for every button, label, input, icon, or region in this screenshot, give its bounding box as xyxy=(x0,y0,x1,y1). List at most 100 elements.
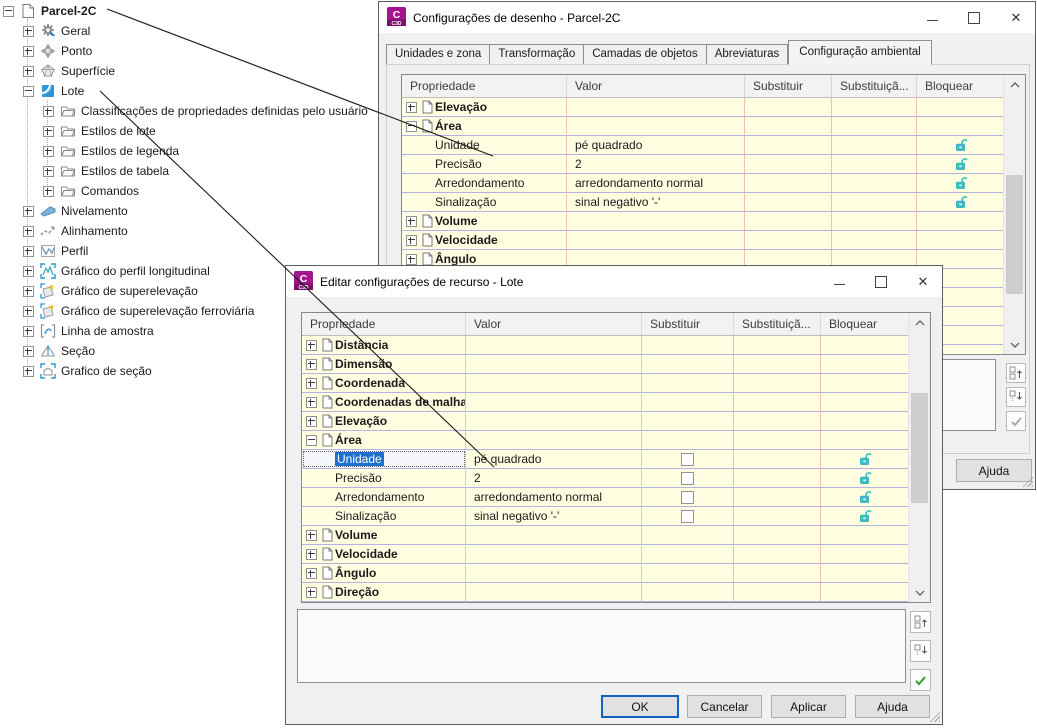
column-header-valor[interactable]: Valor xyxy=(466,313,642,335)
lock-open-icon[interactable] xyxy=(954,138,969,153)
override-checkbox[interactable] xyxy=(681,471,694,485)
row-velocidade[interactable]: Velocidade xyxy=(402,231,1025,250)
close-icon[interactable]: ✕ xyxy=(914,273,932,291)
value-cell[interactable]: 2 xyxy=(567,155,745,173)
row-area[interactable]: Área xyxy=(302,431,930,450)
expand-icon[interactable] xyxy=(23,285,34,297)
expand-icon[interactable] xyxy=(306,529,317,541)
expand-icon[interactable] xyxy=(43,105,54,117)
feature-dialog-titlebar[interactable]: C C3D Editar configurações de recurso - L… xyxy=(286,266,942,297)
tab-configuracao-ambiental[interactable]: Configuração ambiental xyxy=(788,40,932,65)
ok-button[interactable]: OK xyxy=(601,695,679,718)
row-arredondamento[interactable]: Arredondamento arredondamento normal xyxy=(402,174,1025,193)
scroll-down-icon[interactable] xyxy=(1004,336,1025,353)
lock-open-icon[interactable] xyxy=(954,176,969,191)
column-header-valor[interactable]: Valor xyxy=(567,75,745,97)
expand-categories-button[interactable] xyxy=(1006,387,1026,407)
close-icon[interactable]: ✕ xyxy=(1007,9,1025,27)
scroll-up-icon[interactable] xyxy=(909,314,930,331)
expand-icon[interactable] xyxy=(306,377,317,389)
lock-open-icon[interactable] xyxy=(858,509,873,524)
expand-icon[interactable] xyxy=(306,415,317,427)
expand-icon[interactable] xyxy=(23,345,34,357)
column-header-substituir[interactable]: Substituir xyxy=(642,313,734,335)
maximize-button[interactable] xyxy=(965,9,983,27)
expand-icon[interactable] xyxy=(23,205,34,217)
tree-item-ponto[interactable]: Ponto xyxy=(23,41,92,61)
value-cell[interactable]: arredondamento normal xyxy=(466,488,642,506)
tree-item-superficie[interactable]: Superfície xyxy=(23,61,115,81)
vertical-scrollbar[interactable] xyxy=(908,313,930,602)
tree-item-estilos-de-tabela[interactable]: Estilos de tabela xyxy=(43,161,169,181)
expand-icon[interactable] xyxy=(43,145,54,157)
expand-icon[interactable] xyxy=(406,253,417,265)
scroll-down-icon[interactable] xyxy=(909,584,930,601)
collapse-icon[interactable] xyxy=(23,85,34,97)
tree-item-parcel-2c[interactable]: Parcel-2C xyxy=(3,1,96,21)
expand-icon[interactable] xyxy=(306,358,317,370)
column-header-propriedade[interactable]: Propriedade xyxy=(402,75,567,97)
lock-open-icon[interactable] xyxy=(954,195,969,210)
scrollbar-thumb[interactable] xyxy=(1006,175,1023,294)
column-header-propriedade[interactable]: Propriedade xyxy=(302,313,466,335)
value-cell[interactable]: pé quadrado xyxy=(567,136,745,154)
cancelar-button[interactable]: Cancelar xyxy=(687,695,762,718)
tree-item-alinhamento[interactable]: Alinhamento xyxy=(23,221,128,241)
ajuda-button[interactable]: Ajuda xyxy=(855,695,930,718)
collapse-icon[interactable] xyxy=(3,5,14,17)
column-header-bloquear[interactable]: Bloquear xyxy=(821,313,910,335)
expand-icon[interactable] xyxy=(306,567,317,579)
scrollbar-thumb[interactable] xyxy=(911,393,928,503)
help-button[interactable]: Ajuda xyxy=(956,459,1032,482)
tree-item-grafico-de-superelevacao[interactable]: Gráfico de superelevação xyxy=(23,281,198,301)
tree-item-grafico-de-superelevacao-ferroviaria[interactable]: Gráfico de superelevação ferroviária xyxy=(23,301,254,321)
tree-item-perfil[interactable]: Perfil xyxy=(23,241,88,261)
expand-icon[interactable] xyxy=(406,215,417,227)
expand-icon[interactable] xyxy=(306,586,317,598)
expand-icon[interactable] xyxy=(306,548,317,560)
aplicar-button[interactable]: Aplicar xyxy=(771,695,846,718)
tree-item-lote[interactable]: Lote xyxy=(23,81,84,101)
row-volume[interactable]: Volume xyxy=(402,212,1025,231)
row-distancia[interactable]: Distância xyxy=(302,336,930,355)
tree-item-linha-de-amostra[interactable]: Linha de amostra xyxy=(23,321,154,341)
row-sinalizacao[interactable]: Sinalização sinal negativo '-' xyxy=(302,507,930,526)
override-checkbox[interactable] xyxy=(681,452,694,466)
row-unidade[interactable]: Unidade pé quadrado xyxy=(302,450,930,469)
tree-item-nivelamento[interactable]: Nivelamento xyxy=(23,201,128,221)
tab-unidades-e-zona[interactable]: Unidades e zona xyxy=(386,44,491,65)
tree-item-comandos[interactable]: Comandos xyxy=(43,181,139,201)
overrides-toggle-button[interactable] xyxy=(1006,411,1026,431)
drawing-dialog-titlebar[interactable]: C C3D Configurações de desenho - Parcel-2… xyxy=(379,2,1035,33)
tree-item-secao[interactable]: Seção xyxy=(23,341,95,361)
expand-icon[interactable] xyxy=(23,365,34,377)
row-unidade[interactable]: Unidade pé quadrado xyxy=(402,136,1025,155)
collapse-categories-button[interactable] xyxy=(910,611,931,633)
row-arredondamento[interactable]: Arredondamento arredondamento normal xyxy=(302,488,930,507)
column-header-substituica[interactable]: Substituiçã... xyxy=(832,75,917,97)
value-cell[interactable]: sinal negativo '-' xyxy=(466,507,642,525)
lock-open-icon[interactable] xyxy=(858,452,873,467)
tree-item-geral[interactable]: Geral xyxy=(23,21,90,41)
collapse-icon[interactable] xyxy=(306,434,317,446)
override-checkbox[interactable] xyxy=(681,509,694,523)
expand-icon[interactable] xyxy=(23,265,34,277)
expand-icon[interactable] xyxy=(23,45,34,57)
overrides-toggle-button[interactable] xyxy=(910,669,931,691)
row-precisao[interactable]: Precisão 2 xyxy=(302,469,930,488)
row-angulo[interactable]: Ângulo xyxy=(302,564,930,583)
value-cell[interactable]: arredondamento normal xyxy=(567,174,745,192)
row-area[interactable]: Área xyxy=(402,117,1025,136)
tree-item-classificacoes-de-propriedades-definidas[interactable]: Classificações de propriedades definidas… xyxy=(43,101,368,121)
expand-icon[interactable] xyxy=(306,339,317,351)
row-dimensao[interactable]: Dimensão xyxy=(302,355,930,374)
expand-icon[interactable] xyxy=(43,125,54,137)
row-elevacao[interactable]: Elevação xyxy=(402,98,1025,117)
expand-icon[interactable] xyxy=(406,101,417,113)
expand-icon[interactable] xyxy=(23,325,34,337)
tab-camadas-de-objetos[interactable]: Camadas de objetos xyxy=(584,44,707,65)
value-cell[interactable]: pé quadrado xyxy=(466,450,642,468)
expand-icon[interactable] xyxy=(306,396,317,408)
tree-item-grafico-de-secao[interactable]: Grafico de seção xyxy=(23,361,152,381)
column-header-bloquear[interactable]: Bloquear xyxy=(917,75,1005,97)
